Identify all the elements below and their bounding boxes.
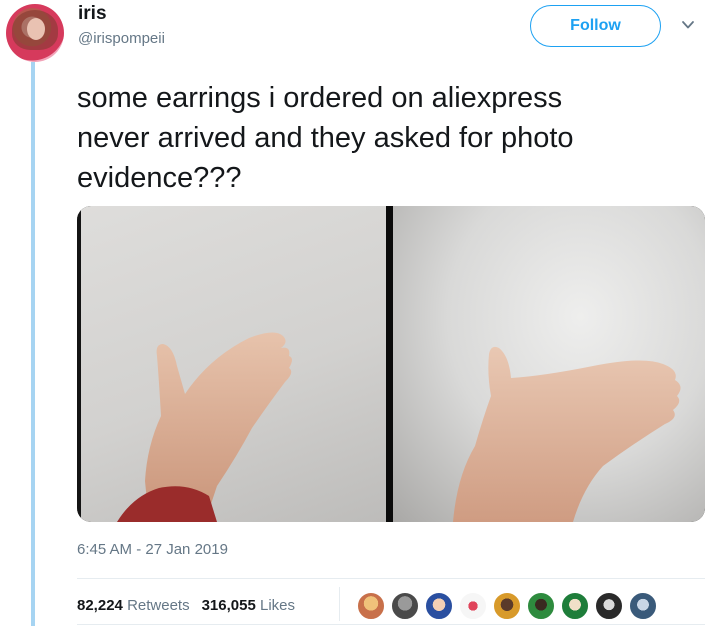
liker-avatar[interactable] [628, 591, 658, 621]
stats-separator [339, 587, 340, 621]
liker-avatar[interactable] [356, 591, 386, 621]
retweets-count[interactable]: 82,224 [77, 597, 123, 614]
likes-count[interactable]: 316,055 [202, 597, 256, 614]
tweet-media [77, 206, 705, 522]
follow-button[interactable]: Follow [530, 5, 661, 47]
tweet-text-line: evidence??? [77, 162, 242, 194]
liker-avatar[interactable] [390, 591, 420, 621]
photo-left[interactable] [77, 206, 386, 522]
tweet-text-line: some earrings i ordered on aliexpress [77, 82, 563, 114]
photo-right[interactable] [393, 206, 705, 522]
thread-line [31, 62, 35, 626]
liker-avatar[interactable] [424, 591, 454, 621]
divider [77, 578, 705, 579]
author-name[interactable]: iris [78, 3, 107, 25]
avatar-face [27, 18, 45, 40]
photo-divider [386, 206, 393, 522]
hand-photo-left [117, 332, 292, 522]
engagement-stats: 82,224 Retweets 316,055 Likes [77, 597, 295, 614]
likes-label[interactable]: Likes [260, 597, 295, 614]
retweets-label[interactable]: Retweets [127, 597, 190, 614]
avatar[interactable] [6, 4, 64, 62]
divider [77, 624, 705, 625]
tweet-text-line: never arrived and they asked for photo [77, 122, 574, 154]
liker-avatars [356, 591, 686, 623]
hand-photo-right [453, 346, 681, 522]
liker-avatar[interactable] [492, 591, 522, 621]
author-handle[interactable]: @irispompeii [78, 30, 165, 47]
tweet-text: some earrings i ordered on aliexpress ne… [77, 78, 707, 198]
chevron-down-icon[interactable] [681, 18, 695, 32]
liker-avatar[interactable] [458, 591, 488, 621]
liker-avatar[interactable] [594, 591, 624, 621]
liker-avatar[interactable] [560, 591, 590, 621]
tweet-timestamp[interactable]: 6:45 AM - 27 Jan 2019 [77, 541, 228, 558]
photo-edge [77, 206, 81, 522]
liker-avatar[interactable] [526, 591, 556, 621]
